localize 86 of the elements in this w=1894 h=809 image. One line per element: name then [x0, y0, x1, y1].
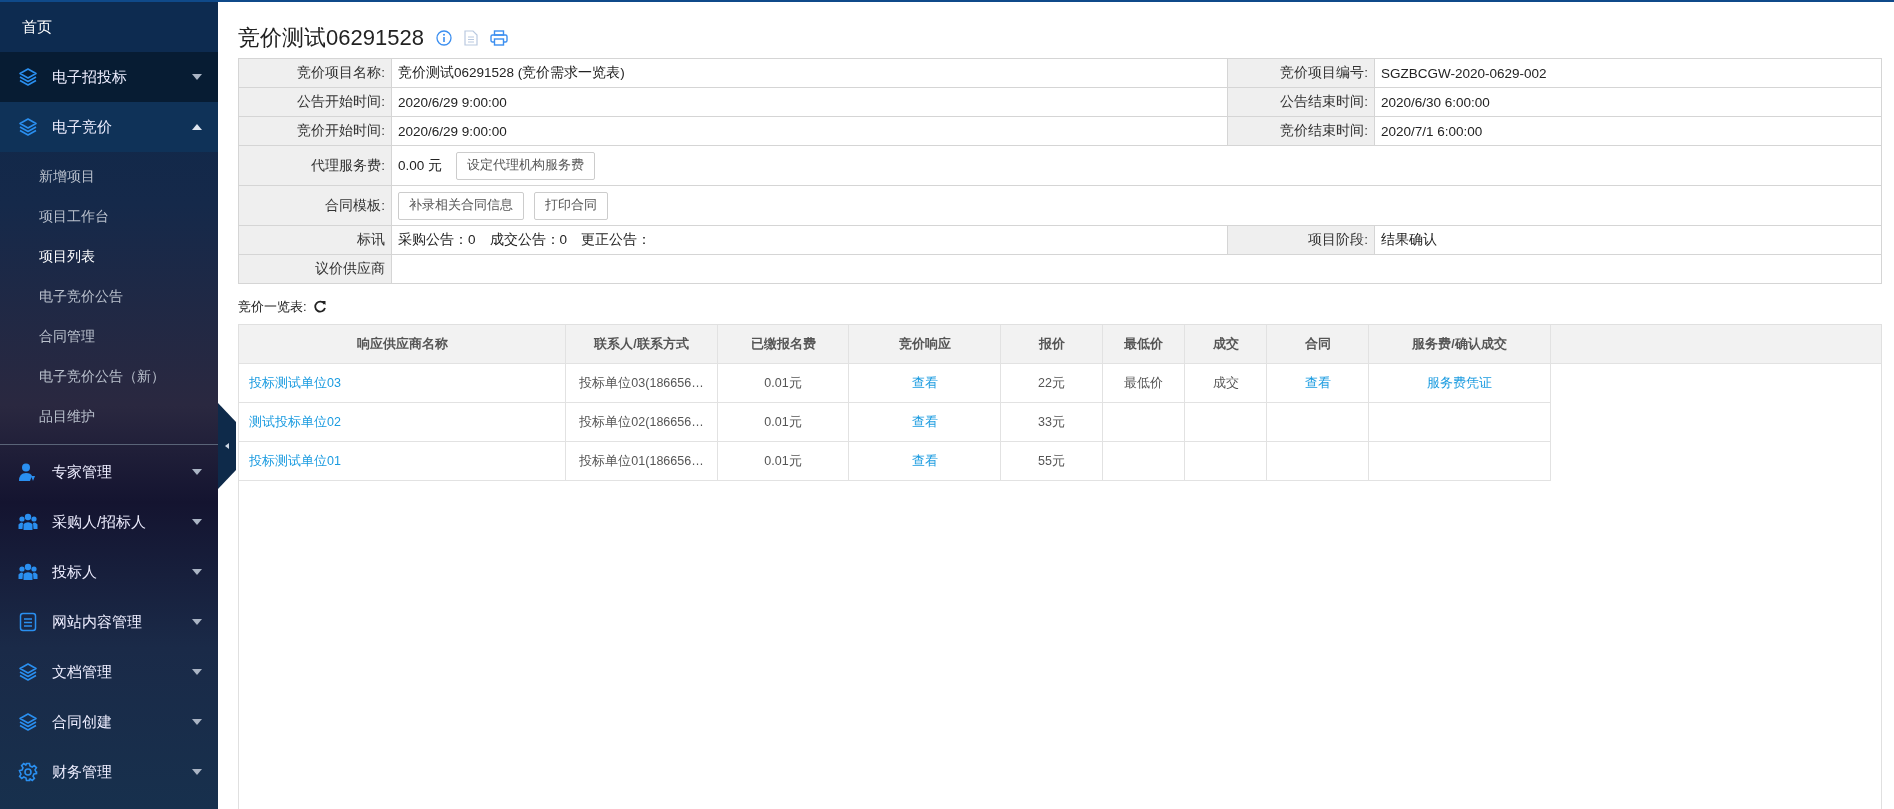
field-label: 项目阶段: — [1308, 232, 1368, 247]
menu-item[interactable]: 文档管理 — [0, 647, 218, 697]
column-header: 合同 — [1266, 325, 1369, 364]
field-label: 代理服务费: — [311, 157, 385, 173]
field-label: 公告开始时间: — [297, 94, 385, 109]
print-icon — [489, 30, 508, 46]
field-label: 竞价开始时间: — [297, 123, 385, 138]
section-label: 竞价一览表: — [238, 298, 307, 316]
menu-item[interactable]: 合同创建 — [0, 697, 218, 747]
column-header: 联系人/联系方式 — [565, 325, 718, 364]
caret-down-icon — [192, 669, 202, 675]
column-header: 竞价响应 — [848, 325, 1001, 364]
person-icon — [18, 462, 38, 482]
group-icon — [18, 512, 38, 532]
table-cell: 55元 — [1000, 441, 1103, 481]
field-value: 0.00 元 — [398, 156, 443, 175]
page-title: 竞价测试06291528 — [238, 24, 424, 52]
table-cell: 成交 — [1184, 363, 1267, 403]
column-header: 响应供应商名称 — [239, 325, 566, 364]
submenu-item[interactable]: 项目工作台 — [0, 196, 218, 236]
layers-icon — [18, 712, 38, 732]
field-value: 2020/6/30 6:00:00 — [1381, 94, 1490, 110]
action-button[interactable]: 补录相关合同信息 — [398, 191, 524, 220]
submenu-item[interactable]: 项目列表 — [0, 236, 218, 276]
caret-down-icon — [192, 469, 202, 475]
field-value: 成交公告：0 — [489, 231, 568, 249]
table-cell: 33元 — [1000, 402, 1103, 442]
submenu-item[interactable]: 合同管理 — [0, 316, 218, 356]
caret-up-icon — [192, 124, 202, 130]
layers-icon — [18, 67, 38, 87]
document-icon — [18, 612, 38, 632]
caret-down-icon — [192, 619, 202, 625]
table-cell: 投标单位02(186656… — [565, 402, 718, 442]
column-header: 成交 — [1184, 325, 1267, 364]
field-label: 标讯 — [357, 232, 385, 247]
action-button[interactable]: 打印合同 — [534, 191, 608, 220]
table-cell: 投标单位01(186656… — [565, 441, 718, 481]
submenu-item[interactable]: 电子竞价公告（新） — [0, 356, 218, 396]
table-cell: 最低价 — [1102, 363, 1185, 403]
field-value: SGZBCGW-2020-0629-002 — [1381, 65, 1547, 81]
field-label: 合同模板: — [325, 197, 385, 213]
column-header: 已缴报名费 — [717, 325, 849, 364]
field-value: 结果确认 — [1381, 232, 1437, 247]
column-header: 服务费/确认成交 — [1368, 325, 1551, 364]
refresh-icon — [312, 300, 327, 314]
caret-down-icon — [192, 569, 202, 575]
submenu-item[interactable]: 新增项目 — [0, 156, 218, 196]
submenu-item[interactable]: 品目维护 — [0, 396, 218, 436]
column-header: 最低价 — [1102, 325, 1185, 364]
caret-down-icon — [192, 719, 202, 725]
table-cell: 22元 — [1000, 363, 1103, 403]
submenu-item[interactable]: 电子竞价公告 — [0, 276, 218, 316]
group-icon — [18, 562, 38, 582]
field-value: 采购公告：0 — [398, 231, 476, 249]
column-header: 报价 — [1000, 325, 1103, 364]
field-value: 2020/6/29 9:00:00 — [398, 123, 507, 139]
field-label: 议价供应商 — [315, 261, 385, 276]
field-label: 竞价项目名称: — [297, 65, 385, 80]
info-icon — [435, 30, 452, 46]
document-icon — [463, 30, 478, 46]
menu-item[interactable]: 投标人 — [0, 547, 218, 597]
menu-item[interactable]: 电子招投标 — [0, 52, 218, 102]
menu-item[interactable]: 采购人/招标人 — [0, 497, 218, 547]
menu-item[interactable]: 财务管理 — [0, 747, 218, 797]
action-button[interactable]: 设定代理机构服务费 — [456, 151, 596, 180]
menu-item[interactable]: 首页 — [0, 2, 218, 52]
field-value: 更正公告： — [581, 231, 652, 249]
table-cell: 0.01元 — [717, 402, 849, 442]
caret-down-icon — [192, 519, 202, 525]
menu-item[interactable]: 网站内容管理 — [0, 597, 218, 647]
settings-icon — [18, 762, 38, 782]
table-cell: 投标单位03(186656… — [565, 363, 718, 403]
layers-icon — [18, 662, 38, 682]
field-value: 2020/7/1 6:00:00 — [1381, 123, 1483, 139]
table-cell: 0.01元 — [717, 363, 849, 403]
field-value: 2020/6/29 9:00:00 — [398, 94, 507, 110]
field-value: 竞价测试06291528 (竞价需求一览表) — [398, 64, 625, 82]
table-cell: 0.01元 — [717, 441, 849, 481]
layers-icon — [18, 117, 38, 137]
menu-item[interactable]: 电子竞价 — [0, 102, 218, 152]
field-label: 公告结束时间: — [1280, 94, 1368, 109]
caret-down-icon — [192, 769, 202, 775]
caret-down-icon — [192, 74, 202, 80]
field-label: 竞价项目编号: — [1280, 65, 1368, 80]
field-label: 竞价结束时间: — [1280, 123, 1368, 138]
menu-item[interactable]: 专家管理 — [0, 447, 218, 497]
